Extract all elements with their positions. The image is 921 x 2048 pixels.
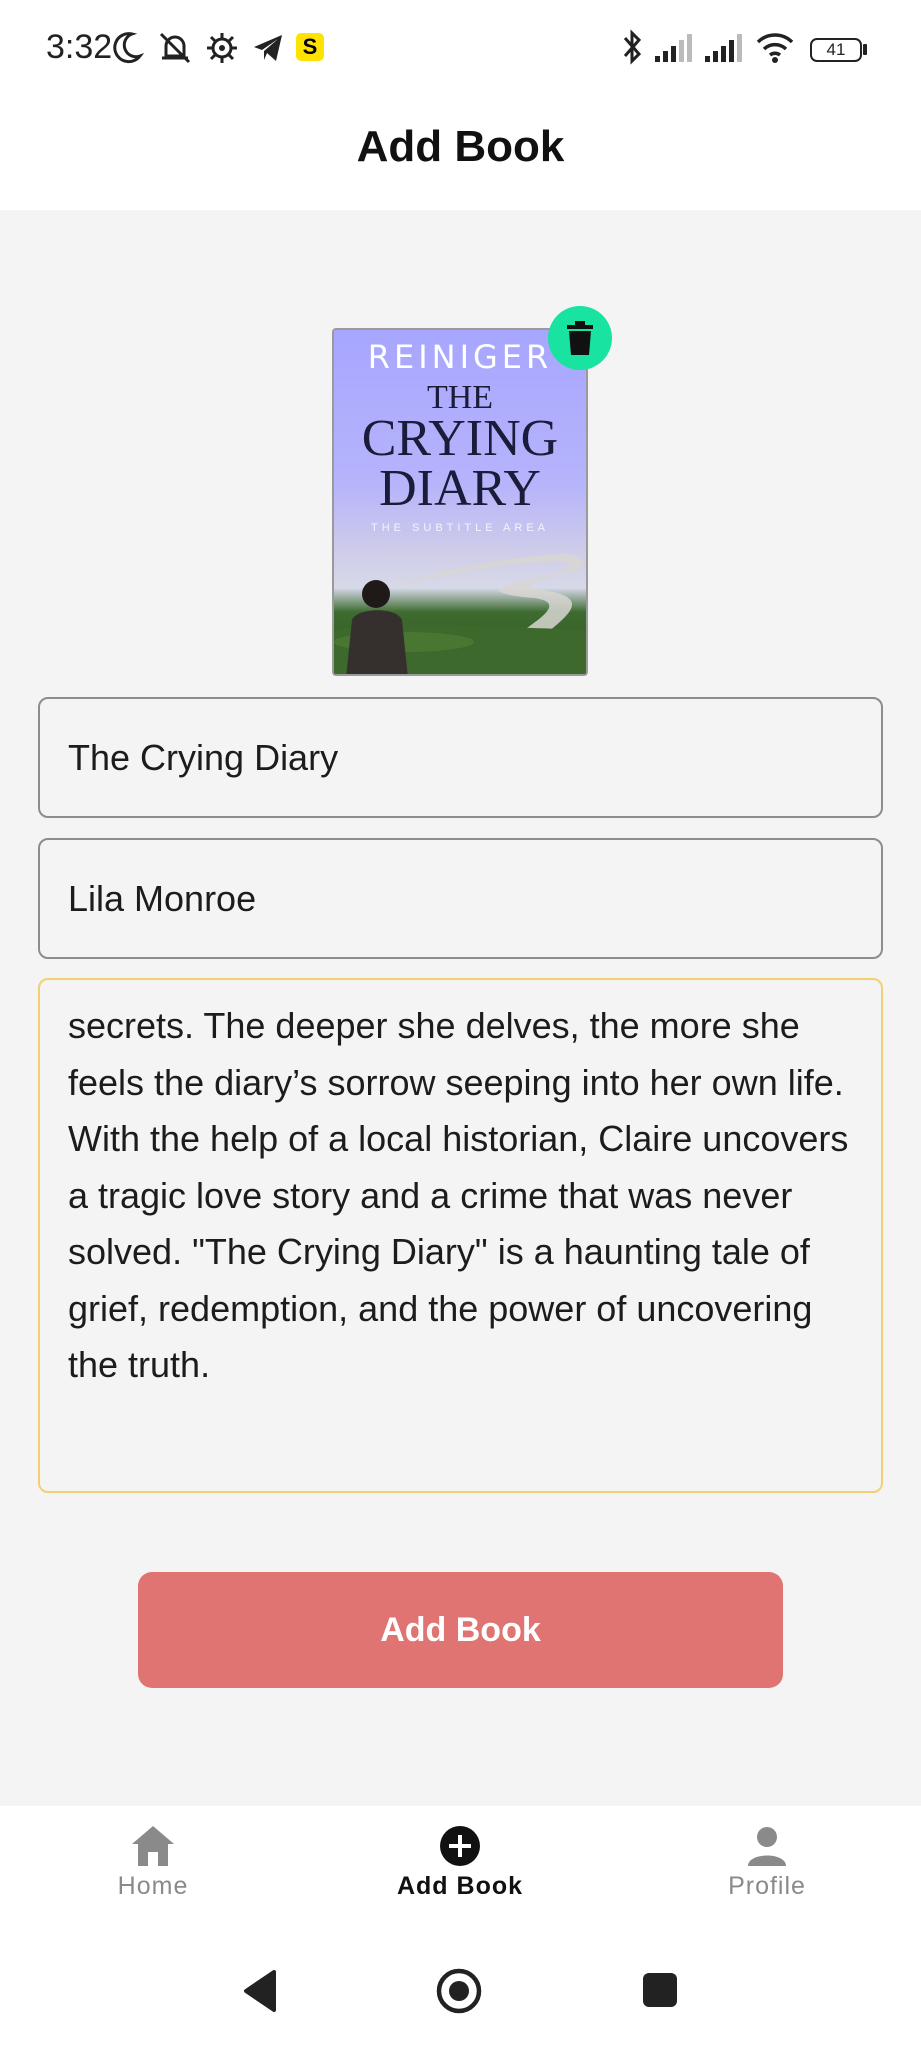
person-icon <box>748 1827 786 1866</box>
battery-indicator: 41 <box>810 38 862 62</box>
signal-icon-2 <box>705 34 742 62</box>
author-field[interactable] <box>38 838 883 959</box>
trash-icon <box>567 321 593 355</box>
back-icon[interactable] <box>240 1968 280 2014</box>
title-field[interactable] <box>38 697 883 818</box>
status-system-icons <box>601 28 921 68</box>
page-title: Add Book <box>356 122 565 171</box>
app-bar: Add Book <box>0 100 921 210</box>
cover-subtitle: THE SUBTITLE AREA <box>370 522 550 534</box>
nav-label-profile: Profile <box>728 1872 806 1900</box>
nav-item-profile[interactable]: Profile <box>667 1824 867 1901</box>
settings-icon <box>207 33 237 63</box>
nav-item-home[interactable]: Home <box>53 1824 253 1901</box>
author-input[interactable] <box>40 840 881 957</box>
nav-label-home: Home <box>117 1872 189 1900</box>
title-input[interactable] <box>40 699 881 816</box>
recents-icon[interactable] <box>640 1968 680 2014</box>
cover-title-line: CRYING <box>361 410 559 468</box>
nav-label-add-book: Add Book <box>396 1872 524 1900</box>
muted-bell-icon <box>159 32 191 64</box>
home-icon <box>132 1826 174 1866</box>
add-book-button[interactable]: Add Book <box>138 1572 783 1688</box>
app-badge-icon: S <box>296 33 324 61</box>
book-cover-image[interactable]: REINIGER THE CRYING DIARY THE SUBTITLE A… <box>332 328 588 676</box>
cover-title: THE CRYING DIARY <box>334 380 586 517</box>
nav-item-add-book[interactable]: Add Book <box>360 1824 560 1901</box>
bottom-navigation: Home Add Book Profile <box>0 1806 921 1956</box>
wifi-icon <box>756 33 794 63</box>
description-textarea[interactable]: secrets. The deeper she delves, the more… <box>38 978 883 1493</box>
system-navigation-bar <box>0 1956 921 2048</box>
bluetooth-icon <box>623 29 642 65</box>
status-bar: 3:32 S 41 <box>0 0 921 100</box>
home-circle-icon[interactable] <box>434 1968 484 2018</box>
moon-icon <box>113 32 144 64</box>
status-time: 3:32 <box>46 28 113 66</box>
telegram-icon <box>254 35 282 61</box>
delete-image-button[interactable] <box>548 306 612 370</box>
signal-icon <box>655 34 692 62</box>
cover-title-line: DIARY <box>379 459 541 517</box>
battery-tip <box>863 44 867 55</box>
add-circle-icon <box>440 1826 480 1866</box>
